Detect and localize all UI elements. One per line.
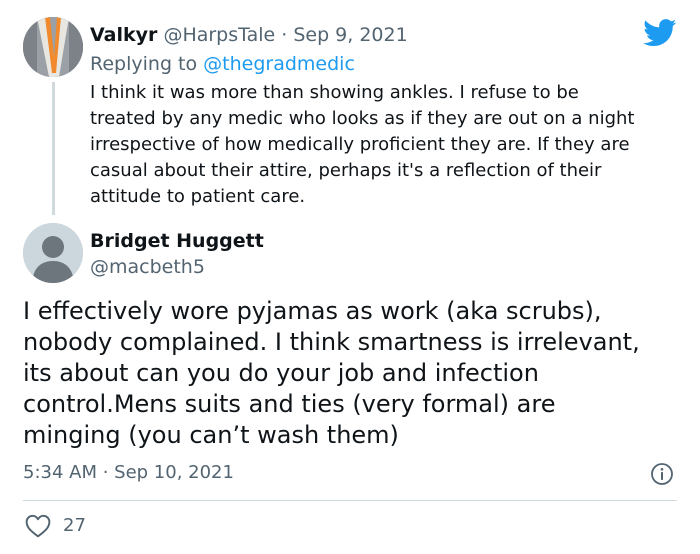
divider <box>23 500 677 501</box>
parent-tweet-text: I think it was more than showing ankles.… <box>90 82 635 207</box>
main-handle[interactable]: @macbeth5 <box>90 255 205 279</box>
like-count: 27 <box>63 515 86 536</box>
info-icon[interactable] <box>650 462 674 486</box>
heart-icon[interactable] <box>25 514 51 538</box>
replying-to-handle-link[interactable]: @thegradmedic <box>203 53 355 75</box>
parent-avatar-image <box>23 17 83 77</box>
parent-avatar[interactable] <box>23 17 83 77</box>
main-avatar[interactable] <box>23 223 83 283</box>
twitter-bird-icon[interactable] <box>643 19 677 47</box>
tweet-timestamp[interactable]: 5:34 AM · Sep 10, 2021 <box>23 461 234 485</box>
parent-handle-and-date[interactable]: @HarpsTale · Sep 9, 2021 <box>163 24 407 46</box>
replying-to-label: Replying to <box>90 53 204 75</box>
replying-to-line: Replying to @thegradmedic <box>90 52 355 76</box>
main-display-name[interactable]: Bridget Huggett <box>90 229 264 253</box>
parent-display-name[interactable]: Valkyr <box>90 24 157 46</box>
thread-connector-line <box>52 82 55 215</box>
parent-tweet-header: Valkyr @HarpsTale · Sep 9, 2021 <box>90 23 408 47</box>
default-avatar-icon <box>23 223 83 283</box>
main-tweet-text: I effectively wore pyjamas as work (aka … <box>23 297 640 449</box>
